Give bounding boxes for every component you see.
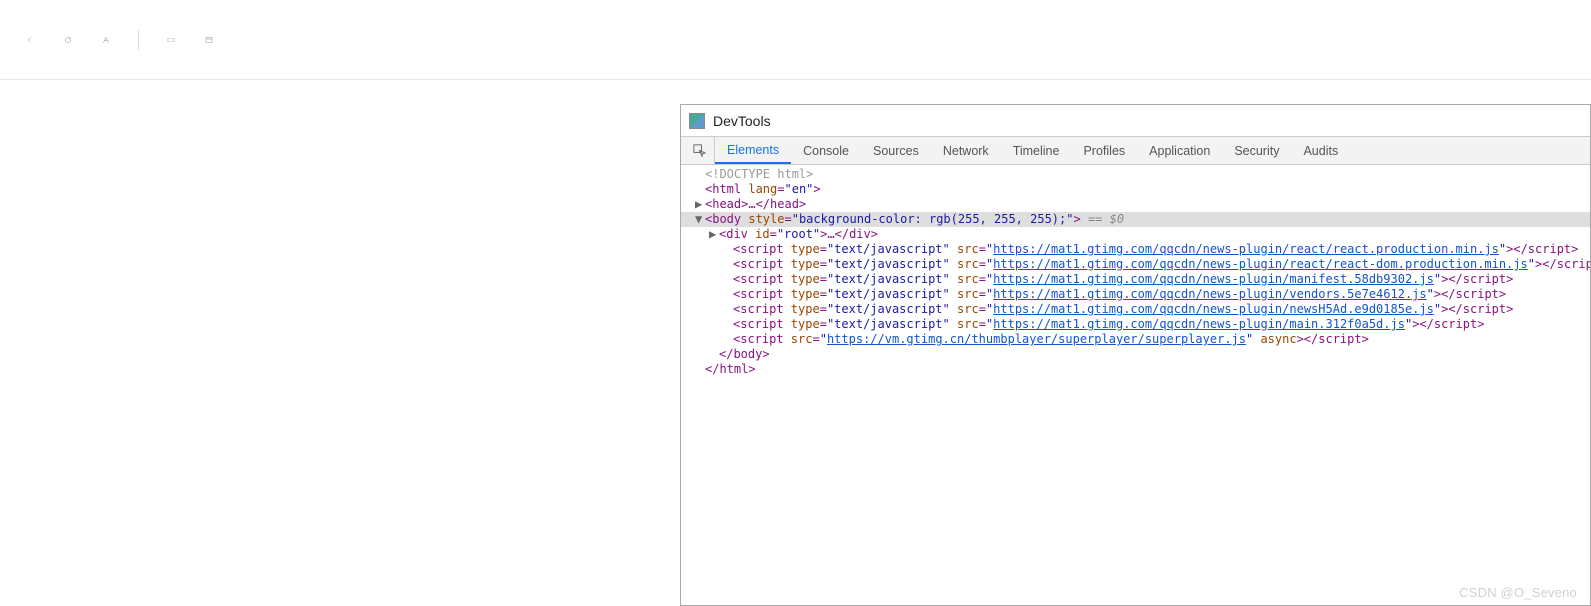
- dom-html-close[interactable]: </html>: [681, 362, 1590, 377]
- font-size-icon[interactable]: [96, 30, 116, 50]
- tab-network[interactable]: Network: [931, 137, 1001, 164]
- browser-toolbar: [0, 0, 1591, 80]
- inspect-element-icon[interactable]: [685, 137, 715, 164]
- dom-script[interactable]: <script type="text/javascript" src="http…: [681, 317, 1590, 332]
- devtools-tabbar: Elements Console Sources Network Timelin…: [681, 137, 1590, 165]
- back-icon[interactable]: [20, 30, 40, 50]
- dom-script[interactable]: <script type="text/javascript" src="http…: [681, 257, 1590, 272]
- devtools-titlebar: DevTools: [681, 105, 1590, 137]
- script-src-link[interactable]: https://mat1.gtimg.com/qqcdn/news-plugin…: [993, 317, 1405, 331]
- tab-sources[interactable]: Sources: [861, 137, 931, 164]
- devtools-window: DevTools Elements Console Sources Networ…: [680, 104, 1591, 606]
- tab-profiles[interactable]: Profiles: [1071, 137, 1137, 164]
- dom-body-close[interactable]: </body>: [681, 347, 1590, 362]
- dom-script-async[interactable]: <script src="https://vm.gtimg.cn/thumbpl…: [681, 332, 1590, 347]
- script-src-link[interactable]: https://mat1.gtimg.com/qqcdn/news-plugin…: [993, 302, 1434, 316]
- tab-security[interactable]: Security: [1222, 137, 1291, 164]
- script-src-link[interactable]: https://mat1.gtimg.com/qqcdn/news-plugin…: [993, 257, 1528, 271]
- devtools-title: DevTools: [713, 113, 771, 129]
- tab-audits[interactable]: Audits: [1291, 137, 1350, 164]
- tab-application[interactable]: Application: [1137, 137, 1222, 164]
- panel-icon[interactable]: [199, 30, 219, 50]
- script-src-link[interactable]: https://mat1.gtimg.com/qqcdn/news-plugin…: [993, 242, 1499, 256]
- watermark: CSDN @O_Seveno: [1459, 585, 1577, 600]
- script-src-link[interactable]: https://vm.gtimg.cn/thumbplayer/superpla…: [827, 332, 1246, 346]
- refresh-icon[interactable]: [58, 30, 78, 50]
- dom-body-open[interactable]: ▼<body style="background-color: rgb(255,…: [681, 212, 1590, 227]
- script-src-link[interactable]: https://mat1.gtimg.com/qqcdn/news-plugin…: [993, 287, 1426, 301]
- dom-div-root[interactable]: ▶<div id="root">…</div>: [681, 227, 1590, 242]
- tab-elements[interactable]: Elements: [715, 137, 791, 164]
- toolbar-divider: [138, 30, 139, 50]
- dom-head[interactable]: ▶<head>…</head>: [681, 197, 1590, 212]
- dom-script[interactable]: <script type="text/javascript" src="http…: [681, 287, 1590, 302]
- dom-html-open[interactable]: <html lang="en">: [681, 182, 1590, 197]
- script-src-link[interactable]: https://mat1.gtimg.com/qqcdn/news-plugin…: [993, 272, 1434, 286]
- dom-script[interactable]: <script type="text/javascript" src="http…: [681, 242, 1590, 257]
- dom-script[interactable]: <script type="text/javascript" src="http…: [681, 272, 1590, 287]
- devtools-logo-icon: [689, 113, 705, 129]
- tab-console[interactable]: Console: [791, 137, 861, 164]
- tab-timeline[interactable]: Timeline: [1001, 137, 1072, 164]
- dom-tree[interactable]: <!DOCTYPE html> <html lang="en"> ▶<head>…: [681, 165, 1590, 605]
- dom-doctype[interactable]: <!DOCTYPE html>: [681, 167, 1590, 182]
- link-icon[interactable]: [161, 30, 181, 50]
- dom-script[interactable]: <script type="text/javascript" src="http…: [681, 302, 1590, 317]
